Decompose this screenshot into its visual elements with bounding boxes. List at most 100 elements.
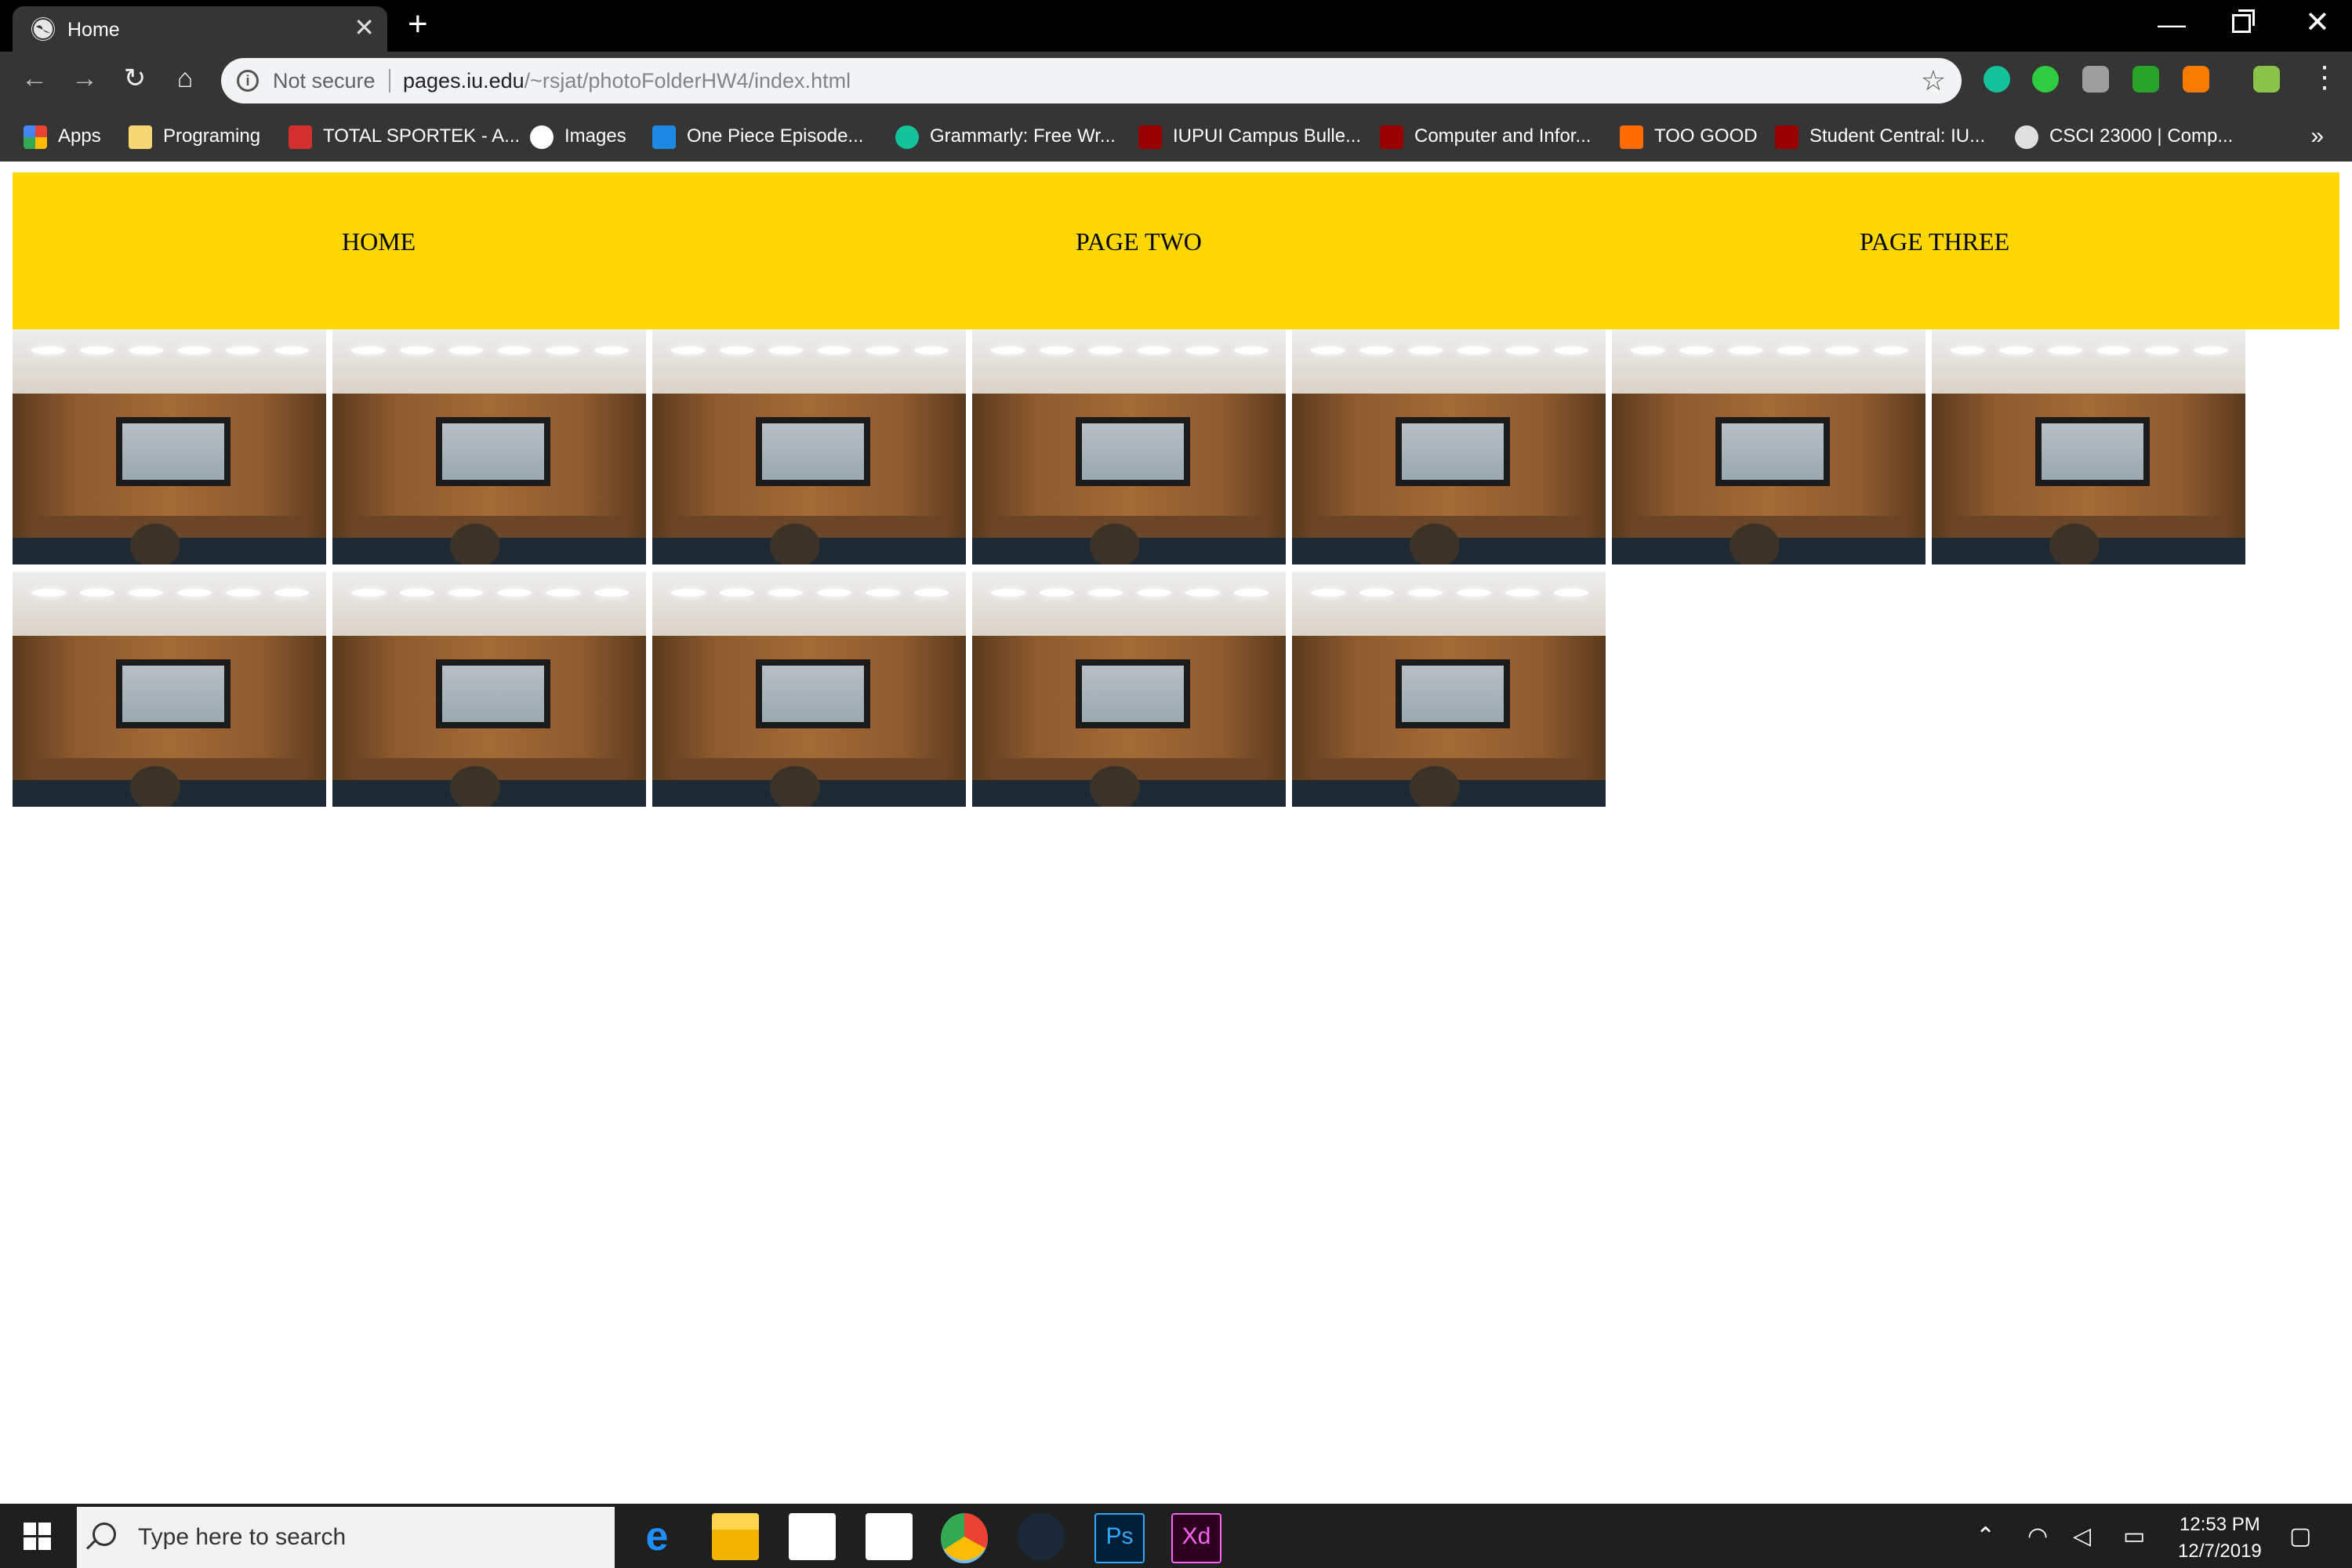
globe-icon <box>2015 125 2038 149</box>
grammarly-extension-icon[interactable] <box>1984 66 2010 93</box>
bookmark-label: IUPUI Campus Bulle... <box>1173 125 1362 147</box>
nav-page-three-link[interactable]: PAGE THREE <box>1860 227 2009 256</box>
clock-time: 12:53 PM <box>2180 1514 2260 1535</box>
taskbar-clock[interactable]: 12:53 PM 12/7/2019 <box>2178 1512 2262 1565</box>
search-icon <box>93 1523 116 1546</box>
wifi-icon[interactable]: ◠ <box>2027 1523 2048 1550</box>
gallery-photo <box>332 329 646 564</box>
iu-trident-icon <box>1380 125 1403 149</box>
nav-home-link[interactable]: HOME <box>342 227 416 256</box>
bookmark-too-good[interactable]: TOO GOOD <box>1620 121 1758 152</box>
windows-start-icon[interactable] <box>24 1523 52 1551</box>
bookmark-label: Grammarly: Free Wr... <box>930 125 1116 147</box>
dinosaur-extension-icon[interactable] <box>2253 66 2280 93</box>
bookmark-label: Images <box>564 125 626 147</box>
honey-extension-icon[interactable] <box>2183 66 2209 93</box>
home-button[interactable]: ⌂ <box>169 63 201 94</box>
gallery-photo <box>972 329 1286 564</box>
globe-icon <box>31 17 55 41</box>
file-explorer-icon[interactable] <box>712 1513 759 1560</box>
url-text[interactable]: pages.iu.edu/~rsjat/photoFolderHW4/index… <box>403 69 851 93</box>
bookmark-student-central[interactable]: Student Central: IU... <box>1775 121 1985 152</box>
bookmark-star-icon[interactable]: ☆ <box>1921 64 1946 97</box>
gallery-photo <box>332 572 646 807</box>
bookmark-grammarly[interactable]: Grammarly: Free Wr... <box>895 121 1116 152</box>
google-icon <box>530 125 554 149</box>
gallery-photo <box>13 329 326 564</box>
close-tab-icon[interactable]: ✕ <box>354 14 375 41</box>
gallery-photo <box>972 572 1286 807</box>
nav-page-two-link[interactable]: PAGE TWO <box>1076 227 1202 256</box>
tab-home[interactable]: Home ✕ <box>13 6 387 52</box>
browser-titlebar: Home ✕ + — ✕ <box>0 0 2352 52</box>
windows-taskbar: Type here to search e Ps Xd ⌃ ◠ ◁ ▭ 12:5… <box>0 1504 2352 1568</box>
bookmark-label: Computer and Infor... <box>1414 125 1592 147</box>
camera-extension-icon[interactable] <box>2082 66 2109 93</box>
gallery-photo <box>652 329 966 564</box>
bookmark-programing[interactable]: Programing <box>129 121 260 152</box>
minimize-button[interactable]: — <box>2158 8 2186 41</box>
w-logo-icon <box>1620 125 1643 149</box>
browser-menu-icon[interactable]: ⋮ <box>2310 63 2339 93</box>
bookmark-iupui-bulletin[interactable]: IUPUI Campus Bulle... <box>1138 121 1361 152</box>
photoshop-icon[interactable]: Ps <box>1094 1513 1145 1563</box>
bookmarks-bar: Apps Programing TOTAL SPORTEK - A... Ima… <box>0 111 2352 162</box>
bookmark-total-sportek[interactable]: TOTAL SPORTEK - A... <box>289 121 520 152</box>
bookmark-images[interactable]: Images <box>530 121 626 152</box>
gallery-photo <box>1292 329 1606 564</box>
volume-icon[interactable]: ◁ <box>2073 1523 2091 1550</box>
browser-toolbar: ← → ↻ ⌂ i Not secure pages.iu.edu/~rsjat… <box>0 52 2352 111</box>
gallery-photo <box>1932 329 2245 564</box>
mail-icon[interactable] <box>866 1513 913 1560</box>
bookmark-label: One Piece Episode... <box>687 125 864 147</box>
bookmark-label: TOTAL SPORTEK - A... <box>323 125 521 147</box>
restore-button[interactable] <box>2232 9 2255 33</box>
gallery-photo <box>652 572 966 807</box>
gallery-photo <box>1612 329 1926 564</box>
security-label: Not secure <box>273 69 376 93</box>
chrome-icon[interactable] <box>941 1513 988 1563</box>
reload-button[interactable]: ↻ <box>119 63 151 94</box>
bookmark-apps[interactable]: Apps <box>24 121 101 152</box>
more-bookmarks-icon[interactable]: » <box>2310 121 2324 152</box>
apps-grid-icon <box>24 125 47 149</box>
grammarly-icon <box>895 125 919 149</box>
bookmark-label: Student Central: IU... <box>1809 125 1986 147</box>
notifications-icon[interactable]: ▢ <box>2289 1523 2311 1550</box>
edge-icon[interactable]: e <box>633 1513 681 1560</box>
search-placeholder: Type here to search <box>138 1524 347 1550</box>
clock-date: 12/7/2019 <box>2178 1541 2262 1562</box>
tab-title: Home <box>67 19 120 41</box>
url-host: pages.iu.edu <box>403 69 524 93</box>
taskbar-search-box[interactable]: Type here to search <box>77 1507 615 1568</box>
bookmark-one-piece[interactable]: One Piece Episode... <box>652 121 863 152</box>
iu-trident-icon <box>1775 125 1798 149</box>
info-icon[interactable]: i <box>237 70 259 92</box>
url-path: /~rsjat/photoFolderHW4/index.html <box>524 69 851 93</box>
address-bar[interactable]: i Not secure pages.iu.edu/~rsjat/photoFo… <box>221 58 1962 103</box>
check-extension-icon[interactable] <box>2132 66 2159 93</box>
show-hidden-icons-icon[interactable]: ⌃ <box>1976 1523 1995 1550</box>
window-close-button[interactable]: ✕ <box>2305 5 2330 40</box>
ts-logo-icon <box>289 125 312 149</box>
xd-icon[interactable]: Xd <box>1171 1513 1221 1563</box>
bookmark-csci[interactable]: CSCI 23000 | Comp... <box>2015 121 2233 152</box>
bookmark-label: Apps <box>58 125 101 147</box>
bookmark-label: TOO GOOD <box>1654 125 1758 147</box>
folder-icon <box>129 125 152 149</box>
back-button[interactable]: ← <box>19 63 50 94</box>
omnibox-separator <box>389 69 390 93</box>
green-extension-icon[interactable] <box>2032 66 2059 93</box>
battery-icon[interactable]: ▭ <box>2123 1523 2145 1550</box>
forward-button[interactable]: → <box>69 63 100 94</box>
store-icon[interactable] <box>789 1513 836 1560</box>
bookmark-label: CSCI 23000 | Comp... <box>2049 125 2234 147</box>
new-tab-button[interactable]: + <box>408 6 428 42</box>
gallery-photo <box>13 572 326 807</box>
a-logo-icon <box>652 125 676 149</box>
steam-icon[interactable] <box>1018 1513 1065 1560</box>
gallery-photo <box>1292 572 1606 807</box>
site-nav: HOME PAGE TWO PAGE THREE <box>13 172 2339 329</box>
iu-trident-icon <box>1138 125 1162 149</box>
bookmark-computer-info[interactable]: Computer and Infor... <box>1380 121 1591 152</box>
